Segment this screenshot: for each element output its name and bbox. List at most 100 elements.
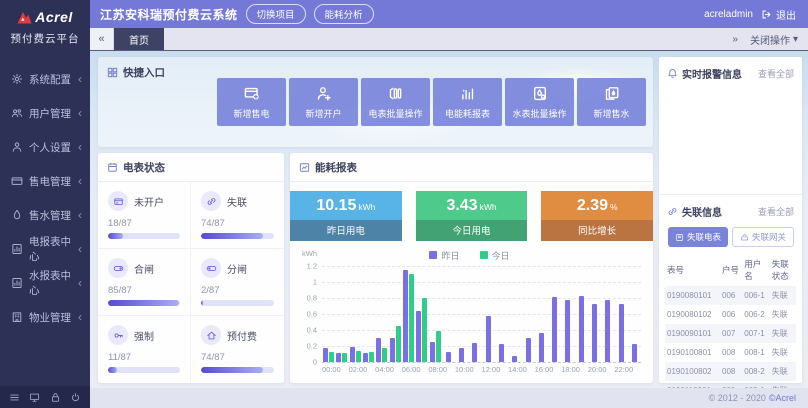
energy-stat-label: 昨日用电 — [290, 220, 402, 241]
quick-button-add-water-sale[interactable]: 新增售水 — [577, 78, 646, 126]
x-tick-label: 02:00 — [349, 365, 368, 374]
status-progress-fill — [108, 367, 117, 373]
quick-button-add-electricity-sale[interactable]: 新增售电 — [217, 78, 286, 126]
sidebar-item-system-config[interactable]: 系统配置‹ — [0, 62, 90, 96]
chevron-down-icon: ▾ — [793, 34, 798, 45]
sidebar-item-label: 系统配置 — [29, 72, 71, 87]
status-label: 强制 — [134, 328, 154, 343]
quick-button-meter-batch-ops[interactable]: 电表批量操作 — [361, 78, 430, 126]
offline-tab-offline-gateways[interactable]: 失联网关 — [732, 227, 794, 247]
header-pill-button-0[interactable]: 切换项目 — [246, 4, 306, 24]
logout-button[interactable]: 退出 — [761, 7, 796, 22]
tab-home[interactable]: 首页 — [114, 28, 164, 50]
meter-icon — [387, 85, 405, 102]
sidebar-item-user-management[interactable]: 用户管理‹ — [0, 96, 90, 130]
bar-今日-08:00 — [436, 331, 441, 362]
quick-button-add-account[interactable]: 新增开户 — [289, 78, 358, 126]
status-icon-wrap — [201, 325, 221, 345]
y-tick-label: 0.4 — [307, 326, 317, 335]
bar-今日-02:00 — [356, 351, 361, 362]
bell-icon — [667, 68, 678, 79]
x-tick-cell: 04:00 — [375, 362, 394, 374]
water-meter-icon — [531, 85, 549, 102]
chart-x-axis: 00:0002:0004:0006:0008:0010:0012:0014:00… — [322, 362, 641, 375]
chart-unit-label: kWh — [302, 249, 317, 258]
sidebar-item-water-report-center[interactable]: 水报表中心‹ — [0, 266, 90, 300]
quick-button-water-meter-batch-ops[interactable]: 水表批量操作 — [505, 78, 574, 126]
taskbar-menu-button[interactable] — [9, 392, 20, 403]
sidebar-item-label: 用户管理 — [29, 106, 71, 121]
table-cell: 006 — [720, 305, 742, 324]
status-progress-track — [201, 300, 274, 306]
chevron-left-icon: ‹ — [78, 277, 82, 289]
tabs-expand-button[interactable]: » — [732, 34, 738, 45]
sidebar-item-label: 售电管理 — [29, 174, 71, 189]
chevron-left-icon: ‹ — [78, 243, 82, 255]
energy-stat-number: 10.15 — [316, 197, 356, 214]
status-progress-fill — [108, 300, 179, 306]
user-icon — [11, 141, 23, 153]
gear-icon — [11, 73, 23, 85]
bar-昨日-01:00 — [336, 353, 341, 362]
meter-status-title: 电表状态 — [123, 160, 165, 175]
card-plus-icon — [243, 85, 261, 102]
taskbar-lock-button[interactable] — [50, 392, 61, 403]
quick-button-electricity-energy-report[interactable]: 电能耗报表 — [433, 78, 502, 126]
taskbar-power-button[interactable] — [70, 392, 81, 403]
status-value: 74/87 — [201, 218, 274, 229]
x-tick-cell: 16:00 — [535, 362, 554, 374]
chevron-left-icon: ‹ — [78, 311, 82, 323]
status-progress-track — [108, 233, 180, 239]
sidebar-item-water-sale-management[interactable]: 售水管理‹ — [0, 198, 90, 232]
status-icon-wrap — [108, 191, 128, 211]
close-operations-dropdown[interactable]: 关闭操作 ▾ — [750, 32, 798, 47]
offline-view-all-link[interactable]: 查看全部 — [758, 205, 794, 218]
alarm-view-all-link[interactable]: 查看全部 — [758, 67, 794, 80]
energy-stat-label: 同比增长 — [541, 220, 653, 241]
quick-button-label: 水表批量操作 — [512, 107, 566, 120]
legend-item-0[interactable]: 昨日 — [429, 249, 459, 262]
table-cell: 008-1 — [742, 343, 770, 362]
chart-plot — [322, 266, 641, 362]
meter-status-panel: 电表状态 未开户18/87失联74/87合闸85/87分闸2/87强制11/87… — [98, 153, 284, 383]
bar-昨日-13:00 — [499, 344, 504, 362]
status-value: 85/87 — [108, 285, 180, 296]
sidebar-item-property-management[interactable]: 物业管理‹ — [0, 300, 90, 334]
x-tick-label: 10:00 — [455, 365, 474, 374]
energy-report-icon — [299, 162, 310, 173]
gateway-mini-icon — [740, 233, 749, 242]
taskbar-monitor-button[interactable] — [29, 392, 40, 403]
bar-今日-00:00 — [329, 352, 334, 362]
bar-昨日-05:00 — [390, 338, 395, 362]
bar-groups — [322, 266, 641, 362]
sidebar-item-electricity-sale-management[interactable]: 售电管理‹ — [0, 164, 90, 198]
legend-item-1[interactable]: 今日 — [480, 249, 510, 262]
table-cell: 0190100801 — [665, 343, 720, 362]
logo-text: Acrel — [35, 9, 73, 25]
chevron-left-icon: ‹ — [78, 141, 82, 153]
logout-icon — [761, 9, 772, 20]
bar-昨日-11:00 — [472, 343, 477, 362]
bar-group-01:00 — [335, 266, 348, 362]
offline-col-header: 表号 — [665, 254, 720, 286]
header-pill-button-1[interactable]: 能耗分析 — [314, 4, 374, 24]
tabs-collapse-button[interactable]: « — [90, 28, 114, 50]
quick-entry-title: 快捷入口 — [107, 65, 165, 80]
lock-icon — [50, 392, 61, 403]
energy-stat-value: 10.15kWh — [290, 191, 402, 220]
sidebar-item-personal-settings[interactable]: 个人设置‹ — [0, 130, 90, 164]
footer: © 2012 - 2020 ©Acrel — [90, 388, 808, 408]
energy-stat-number: 3.43 — [446, 197, 477, 214]
footer-brand: ©Acrel — [769, 393, 796, 403]
app-title: 江苏安科瑞预付费云系统 — [100, 6, 238, 23]
users-icon — [11, 107, 23, 119]
droplet-icon — [11, 209, 23, 221]
sidebar-item-electricity-report-center[interactable]: 电报表中心‹ — [0, 232, 90, 266]
offline-tab-offline-meters[interactable]: 失联电表 — [668, 227, 728, 247]
legend-swatch — [429, 251, 437, 259]
bar-group-04:00 — [375, 266, 388, 362]
offline-tab-label: 失联网关 — [752, 231, 786, 243]
status-progress-fill — [201, 300, 203, 306]
bar-group-08:00 — [428, 266, 441, 362]
grid-icon — [107, 67, 118, 78]
